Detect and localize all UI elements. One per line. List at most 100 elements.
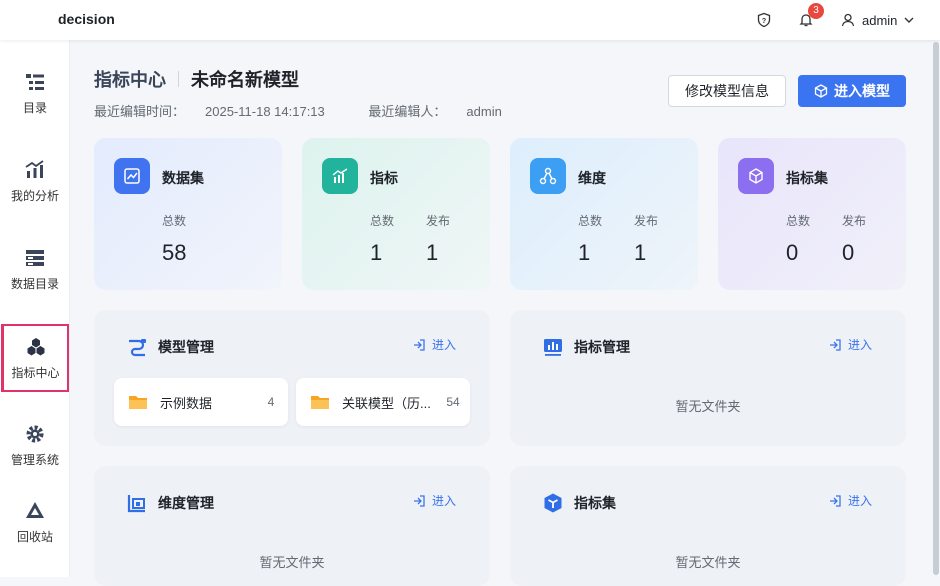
stat-label: 总数 bbox=[370, 214, 395, 228]
gear-icon bbox=[26, 425, 44, 442]
folder-name: 示例数据 bbox=[160, 395, 213, 411]
stat-label: 总数 bbox=[786, 214, 811, 228]
empty-state: 暂无文件夹 bbox=[675, 555, 741, 570]
enter-label: 进入 bbox=[847, 494, 872, 508]
sidebar-item-my-analysis[interactable]: 我的分析 bbox=[0, 147, 70, 215]
stat-value: 1 bbox=[578, 240, 591, 265]
stat-value: 1 bbox=[426, 240, 439, 265]
enter-model-button[interactable]: 进入模型 bbox=[798, 75, 906, 107]
stat-value: 1 bbox=[634, 240, 647, 265]
page-header: 指标中心 未命名新模型 bbox=[94, 66, 299, 92]
enter-label: 进入 bbox=[431, 338, 456, 352]
enter-model-label: 进入模型 bbox=[834, 83, 890, 99]
sidebar-item-label: 目录 bbox=[22, 100, 47, 115]
dimension-management-icon bbox=[127, 495, 145, 513]
model-icon bbox=[814, 84, 828, 98]
scrollbar-thumb[interactable] bbox=[933, 42, 939, 575]
top-bar: decision ? 3 admin bbox=[0, 0, 940, 40]
edit-time-label: 最近编辑时间： bbox=[94, 104, 186, 119]
folder-icon bbox=[311, 396, 329, 409]
metric-management-panel: 指标管理 进入 暂无文件夹 bbox=[510, 310, 906, 446]
metric-set-cube-icon bbox=[544, 493, 562, 513]
sidebar-item-label: 数据目录 bbox=[10, 276, 59, 291]
stat-label: 发布 bbox=[426, 214, 451, 228]
enter-icon bbox=[829, 494, 841, 507]
metric-set-icon bbox=[738, 158, 774, 194]
metric-icon bbox=[322, 158, 358, 194]
enter-icon bbox=[413, 494, 425, 507]
sidebar-item-recycle-bin[interactable]: 回收站 bbox=[0, 488, 70, 556]
stat-value: 58 bbox=[162, 240, 187, 265]
enter-icon bbox=[413, 338, 425, 351]
panel-title: 模型管理 bbox=[158, 339, 214, 355]
metric-set-panel: 指标集 进入 暂无文件夹 bbox=[510, 466, 906, 586]
page-title: 未命名新模型 bbox=[191, 70, 299, 90]
sidebar-item-metric-center[interactable]: 指标中心 bbox=[1, 324, 69, 392]
empty-state: 暂无文件夹 bbox=[259, 555, 325, 570]
sidebar-item-label: 回收站 bbox=[16, 529, 53, 544]
dimension-icon bbox=[530, 158, 566, 194]
folder-item[interactable]: 示例数据 4 bbox=[114, 378, 288, 426]
stat-title: 维度 bbox=[578, 170, 606, 186]
stat-value: 0 bbox=[786, 240, 799, 265]
catalog-icon bbox=[26, 73, 44, 90]
recycle-icon bbox=[26, 501, 44, 518]
enter-label: 进入 bbox=[847, 338, 872, 352]
editor-label: 最近编辑人： bbox=[368, 104, 447, 119]
stat-label: 发布 bbox=[634, 214, 659, 228]
chevron-down-icon bbox=[904, 17, 914, 23]
sidebar: 目录 我的分析 数据目录 指标中心 管理系统 回收站 bbox=[0, 40, 70, 577]
stat-value: 1 bbox=[370, 240, 383, 265]
dataset-icon bbox=[114, 158, 150, 194]
panel-header: 指标集 bbox=[542, 492, 616, 514]
stat-label: 发布 bbox=[842, 214, 867, 228]
edit-model-button[interactable]: 修改模型信息 bbox=[668, 75, 786, 107]
stat-value: 0 bbox=[842, 240, 855, 265]
editor-name: admin bbox=[466, 104, 502, 119]
sidebar-item-label: 管理系统 bbox=[10, 452, 59, 467]
folder-item[interactable]: 关联模型（历... 54 bbox=[296, 378, 470, 426]
metric-management-icon bbox=[544, 339, 562, 356]
svg-text:?: ? bbox=[762, 18, 766, 25]
folder-count: 54 bbox=[446, 395, 460, 409]
app-title: decision bbox=[58, 11, 115, 27]
folder-name: 关联模型（历... bbox=[342, 395, 431, 411]
sidebar-item-admin[interactable]: 管理系统 bbox=[0, 411, 70, 479]
user-name: admin bbox=[862, 12, 898, 28]
database-icon bbox=[26, 249, 44, 266]
sidebar-item-data-catalog[interactable]: 数据目录 bbox=[0, 235, 70, 303]
panel-title: 维度管理 bbox=[158, 495, 214, 511]
main-content: 指标中心 未命名新模型 最近编辑时间： 2025-11-18 14:17:13 最… bbox=[70, 40, 930, 586]
enter-link[interactable]: 进入 bbox=[412, 336, 456, 353]
stat-card-dataset[interactable]: 数据集 总数 58 bbox=[94, 138, 282, 290]
stat-title: 指标集 bbox=[786, 170, 828, 186]
breadcrumb[interactable]: 指标中心 bbox=[94, 66, 166, 92]
edit-meta: 最近编辑时间： 2025-11-18 14:17:13 最近编辑人： admin bbox=[94, 101, 542, 120]
enter-link[interactable]: 进入 bbox=[828, 492, 872, 509]
vertical-scrollbar[interactable] bbox=[931, 40, 940, 577]
stat-card-dimension[interactable]: 维度 总数 发布 1 1 bbox=[510, 138, 698, 290]
enter-link[interactable]: 进入 bbox=[828, 336, 872, 353]
stat-label: 总数 bbox=[162, 214, 187, 228]
model-management-panel: 模型管理 进入 示例数据 4 关联模型（历... 54 bbox=[94, 310, 490, 446]
stat-card-metric[interactable]: 指标 总数 发布 1 1 bbox=[302, 138, 490, 290]
bar-chart-icon bbox=[25, 159, 44, 178]
enter-icon bbox=[829, 338, 841, 351]
panel-header: 指标管理 bbox=[542, 336, 630, 358]
user-icon bbox=[841, 13, 855, 27]
enter-label: 进入 bbox=[431, 494, 456, 508]
folder-icon bbox=[129, 396, 147, 409]
edit-time: 2025-11-18 14:17:13 bbox=[205, 104, 325, 119]
enter-link[interactable]: 进入 bbox=[412, 492, 456, 509]
stat-card-metric-set[interactable]: 指标集 总数 发布 0 0 bbox=[718, 138, 906, 290]
shield-icon[interactable]: ? bbox=[754, 10, 774, 30]
cubes-icon bbox=[27, 337, 44, 355]
user-menu[interactable]: admin bbox=[840, 10, 915, 30]
panel-title: 指标集 bbox=[574, 495, 616, 511]
dimension-management-panel: 维度管理 进入 暂无文件夹 bbox=[94, 466, 490, 586]
folder-count: 4 bbox=[267, 395, 275, 409]
panel-header: 模型管理 bbox=[126, 336, 214, 358]
sidebar-item-catalog[interactable]: 目录 bbox=[0, 59, 70, 127]
stat-title: 指标 bbox=[370, 170, 398, 186]
stat-label: 总数 bbox=[578, 214, 603, 228]
